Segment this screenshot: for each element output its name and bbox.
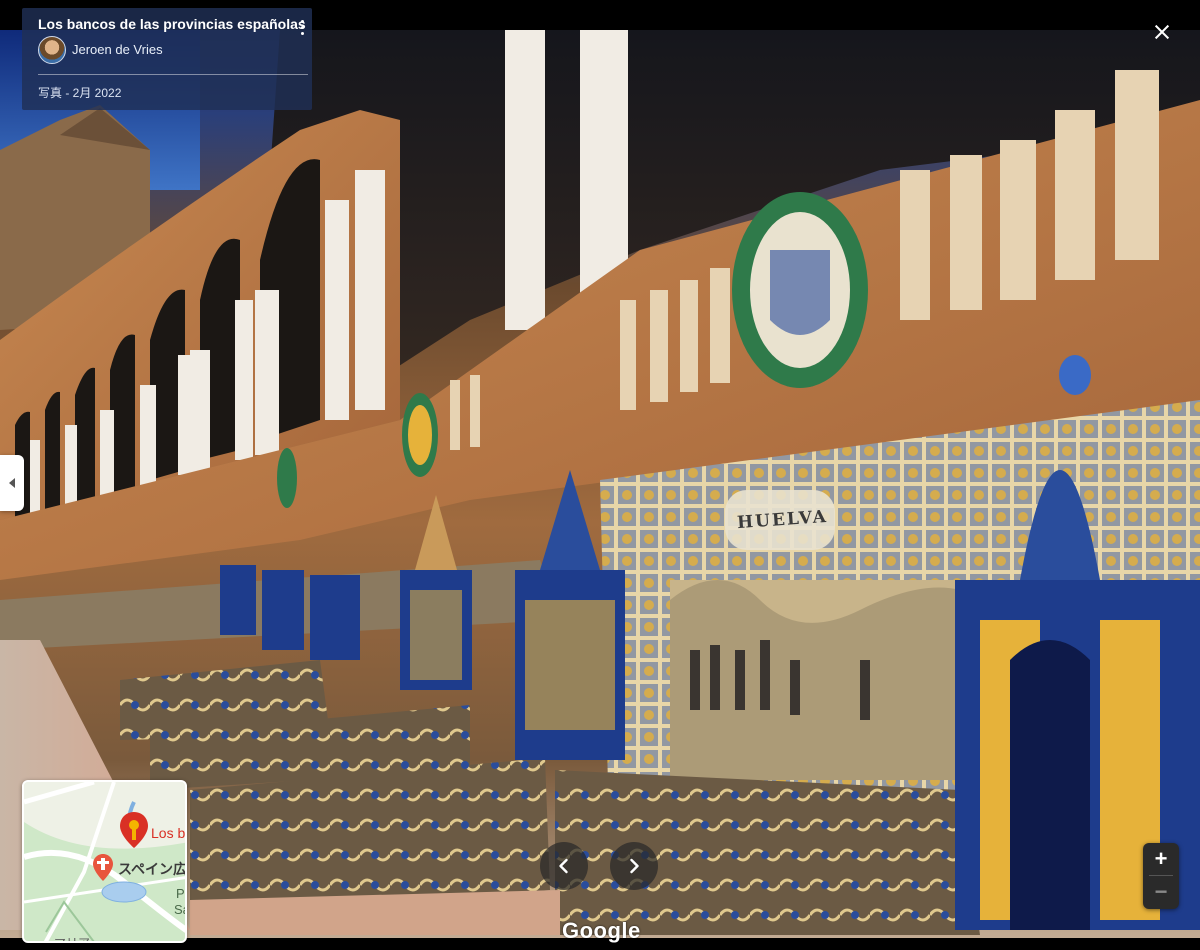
author-name[interactable]: Jeroen de Vries <box>72 42 163 57</box>
landmark-pin-icon <box>93 854 113 881</box>
map-label-park: Par <box>176 886 185 901</box>
more-vert-icon[interactable] <box>294 16 310 38</box>
photo-date: 写真 - 2月 2022 <box>38 86 122 100</box>
author-avatar[interactable] <box>38 36 66 64</box>
map-label-bottom: マリア <box>54 936 91 943</box>
place-title[interactable]: Los bancos de las provincias españolas <box>38 16 306 32</box>
side-panel-toggle-button[interactable] <box>0 455 24 511</box>
chevron-left-small-icon <box>9 478 15 488</box>
zoom-control: + − <box>1143 843 1179 909</box>
map-label-landmark: スペイン広 <box>118 861 187 877</box>
location-pin-icon <box>120 812 148 848</box>
minimap[interactable]: Los b スペイン広 Par San S マリア <box>22 780 187 943</box>
next-photo-button[interactable] <box>610 842 658 890</box>
zoom-out-button[interactable]: − <box>1143 876 1179 908</box>
close-icon[interactable] <box>1148 18 1176 46</box>
chevron-left-icon <box>559 858 568 874</box>
street-view-panorama[interactable]: Los bancos de las provincias españolas J… <box>0 0 1200 950</box>
info-divider <box>38 74 308 75</box>
google-logo: Google <box>562 918 641 943</box>
chevron-right-icon <box>630 858 639 874</box>
map-label-park-2: San S <box>174 902 185 917</box>
map-label-place: Los b <box>151 825 186 841</box>
previous-photo-button[interactable] <box>540 842 588 890</box>
zoom-in-button[interactable]: + <box>1143 843 1179 875</box>
photo-info-card: Los bancos de las provincias españolas J… <box>22 8 312 110</box>
